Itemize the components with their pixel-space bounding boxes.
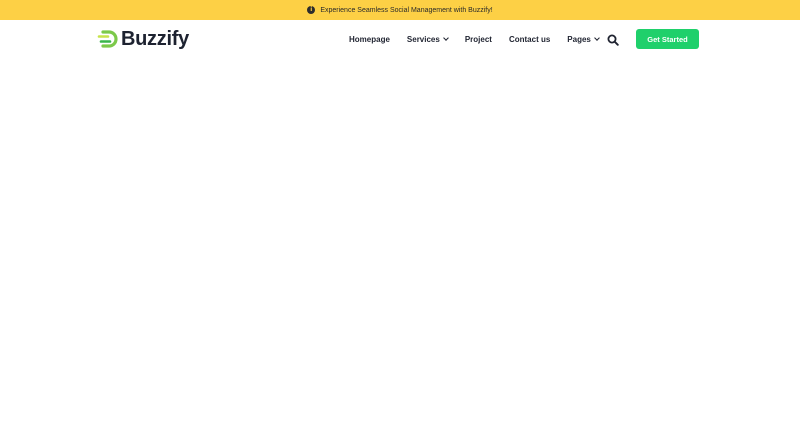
nav-item-label: Services	[406, 34, 440, 44]
announcement-bar: i Experience Seamless Social Management …	[0, 0, 800, 20]
main-nav: Homepage Services Project Contact us Pag…	[349, 33, 600, 45]
chevron-down-icon	[442, 35, 449, 41]
nav-item-contact-us[interactable]: Contact us	[509, 35, 550, 44]
nav-item-project[interactable]: Project	[465, 35, 492, 44]
site-header: Buzzify Homepage Services Project Contac…	[0, 20, 800, 57]
search-icon	[607, 34, 619, 46]
info-icon: i	[307, 6, 316, 14]
logo-text: Buzzify	[121, 28, 189, 50]
logo[interactable]: Buzzify	[97, 28, 189, 50]
announcement-text: Experience Seamless Social Management wi…	[320, 6, 493, 14]
get-started-button[interactable]: Get Started	[636, 29, 699, 49]
nav-item-pages[interactable]: Pages	[567, 34, 600, 44]
chevron-down-icon	[594, 35, 600, 41]
nav-item-label: Homepage	[349, 34, 390, 44]
nav-item-homepage[interactable]: Homepage	[349, 35, 390, 44]
search-button[interactable]	[607, 33, 619, 46]
nav-item-label: Project	[464, 34, 492, 44]
page-content	[0, 57, 800, 432]
nav-item-services[interactable]: Services	[406, 34, 449, 44]
nav-item-label: Contact us	[508, 34, 551, 44]
nav-item-label: Pages	[567, 34, 591, 44]
buzzify-logo-icon	[97, 30, 118, 48]
